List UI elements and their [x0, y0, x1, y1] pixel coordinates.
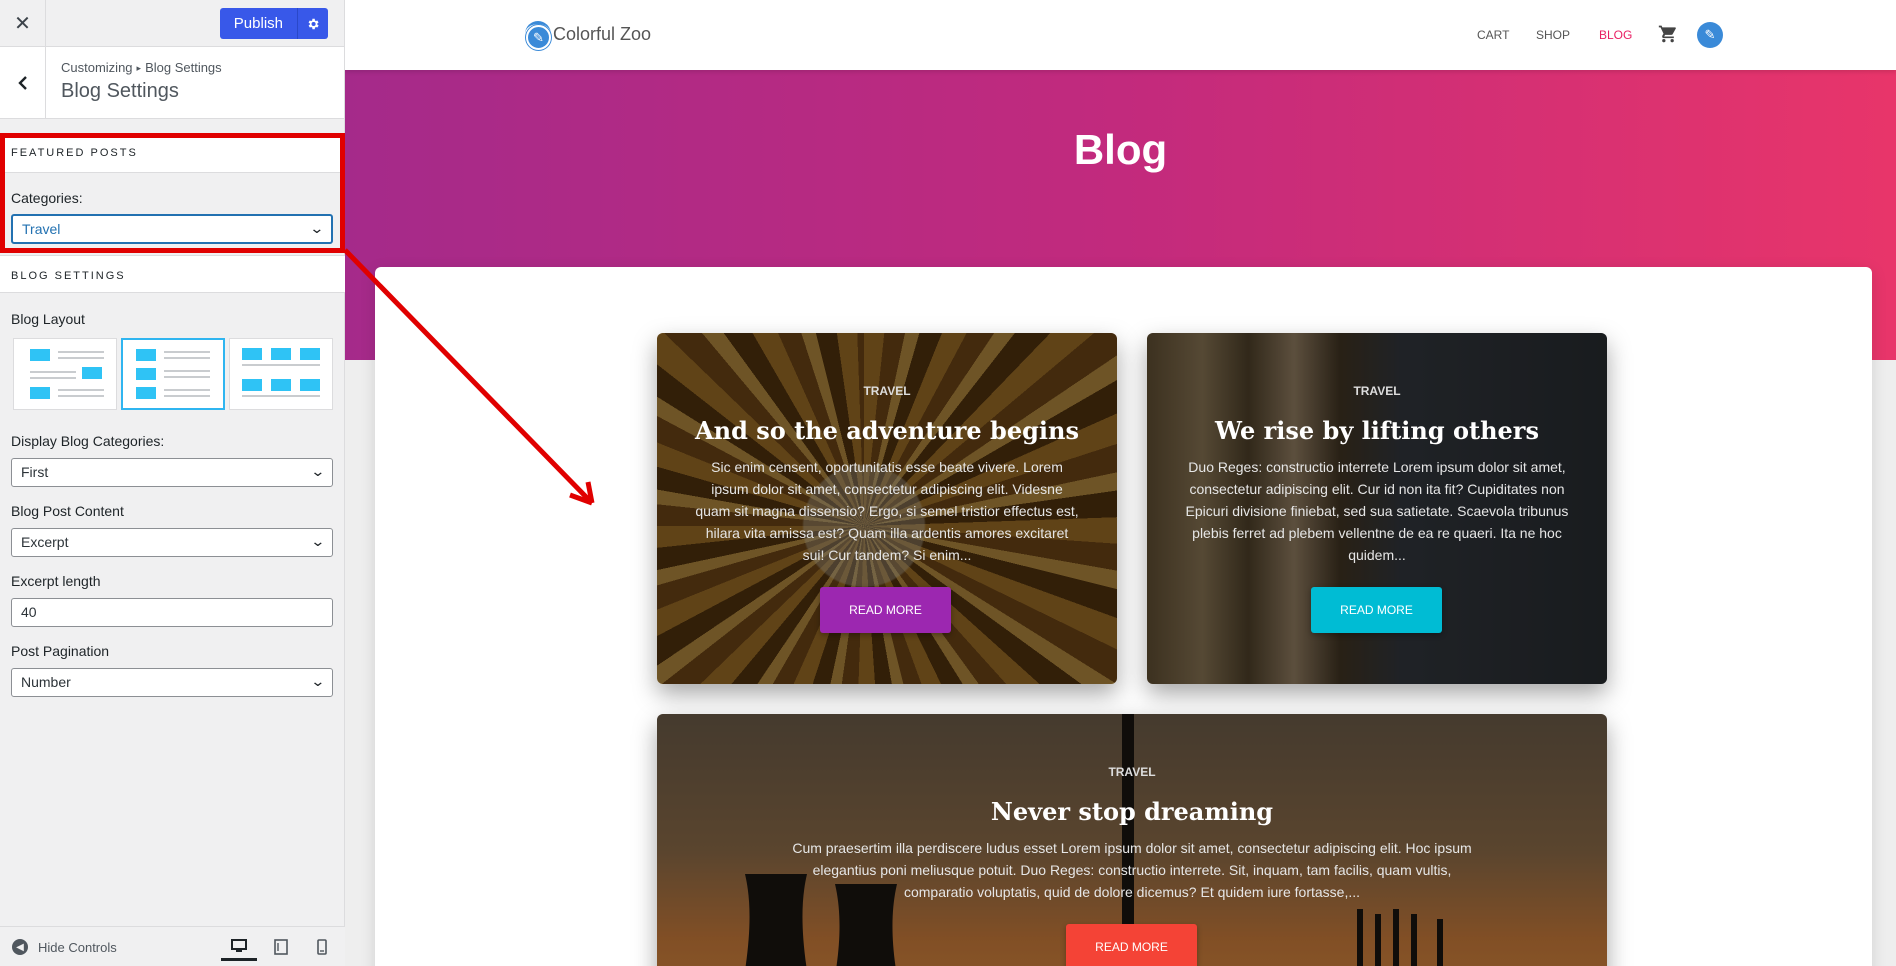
customizer-footer: ◀ Hide Controls: [0, 926, 345, 966]
read-more-button[interactable]: READ MORE: [820, 587, 951, 633]
hero-title: Blog: [1073, 126, 1168, 173]
site-title[interactable]: Colorful Zoo: [553, 24, 651, 45]
desktop-preview-icon[interactable]: [221, 933, 257, 961]
close-icon[interactable]: ✕: [0, 0, 46, 47]
tablet-preview-icon[interactable]: [263, 933, 299, 961]
post-category[interactable]: TRAVEL: [657, 765, 1607, 779]
pagination-select[interactable]: Number ⌄: [11, 668, 333, 697]
blog-settings-header: Blog Settings: [0, 255, 345, 293]
section-title: Blog Settings: [61, 80, 179, 102]
post-title[interactable]: We rise by lifting others: [1147, 416, 1607, 445]
publish-button[interactable]: Publish: [219, 8, 298, 39]
chevron-down-icon: ⌄: [310, 463, 326, 479]
display-categories-value: First: [21, 464, 49, 480]
post-title[interactable]: And so the adventure begins: [657, 416, 1117, 445]
edit-pencil-icon[interactable]: ✎: [526, 25, 551, 50]
excerpt-length-input[interactable]: 40: [11, 598, 333, 627]
site-preview: ✎ Colorful Zoo CART SHOP BLOG ✎ Blog TRA…: [345, 0, 1896, 966]
post-excerpt: Cum praesertim illa perdiscere ludus ess…: [792, 840, 1472, 900]
post-excerpt: Duo Reges: constructio interrete Lorem i…: [1185, 459, 1569, 563]
publish-group: Publish: [219, 8, 328, 39]
site-header: ✎ Colorful Zoo CART SHOP BLOG ✎: [345, 0, 1896, 70]
post-category[interactable]: TRAVEL: [657, 384, 1117, 398]
chevron-down-icon: ⌄: [310, 673, 326, 689]
breadcrumb: Customizing ▸ Blog Settings: [61, 60, 222, 75]
collapse-icon: ◀: [12, 939, 28, 955]
breadcrumb-current: Blog Settings: [145, 60, 222, 75]
hide-controls-button[interactable]: ◀ Hide Controls: [12, 939, 117, 955]
post-content: TRAVEL Never stop dreaming Cum praeserti…: [657, 714, 1607, 966]
highlight-box: [0, 133, 345, 253]
display-categories-select[interactable]: First ⌄: [11, 458, 333, 487]
pagination-value: Number: [21, 674, 71, 690]
breadcrumb-root: Customizing: [61, 60, 133, 75]
featured-post-card[interactable]: TRAVEL Never stop dreaming Cum praeserti…: [657, 714, 1607, 966]
section-header: Customizing ▸ Blog Settings Blog Settings: [0, 47, 344, 119]
mobile-preview-icon[interactable]: [304, 933, 340, 961]
post-category[interactable]: TRAVEL: [1147, 384, 1607, 398]
excerpt-length-label: Excerpt length: [11, 573, 101, 589]
post-content: TRAVEL We rise by lifting others Duo Reg…: [1147, 333, 1607, 684]
layout-option-1[interactable]: [13, 338, 117, 410]
post-content-label: Blog Post Content: [11, 503, 124, 519]
post-title[interactable]: Never stop dreaming: [657, 797, 1607, 826]
gear-icon[interactable]: [298, 8, 328, 39]
customizer-topbar: ✕ Publish: [0, 0, 344, 47]
blog-content-card: TRAVEL And so the adventure begins Sic e…: [375, 267, 1872, 966]
featured-post-card[interactable]: TRAVEL We rise by lifting others Duo Reg…: [1147, 333, 1607, 684]
nav-cart[interactable]: CART: [1477, 28, 1509, 42]
post-content: TRAVEL And so the adventure begins Sic e…: [657, 333, 1117, 684]
screen: ✕ Publish Customizing ▸ Blog Settings Blog…: [0, 0, 1896, 966]
post-content-select[interactable]: Excerpt ⌄: [11, 528, 333, 557]
nav-blog[interactable]: BLOG: [1599, 28, 1632, 42]
display-categories-label: Display Blog Categories:: [11, 433, 165, 449]
read-more-button[interactable]: READ MORE: [1311, 587, 1442, 633]
nav-shop[interactable]: SHOP: [1536, 28, 1570, 42]
blog-settings-heading: Blog Settings: [11, 270, 126, 282]
breadcrumb-separator-icon: ▸: [136, 63, 142, 73]
layout-option-2[interactable]: [121, 338, 225, 410]
chevron-left-icon[interactable]: [0, 47, 46, 119]
post-excerpt: Sic enim censent, oportunitatis esse bea…: [695, 459, 1079, 563]
shopping-cart-icon[interactable]: [1658, 24, 1678, 49]
edit-pencil-icon[interactable]: ✎: [1697, 22, 1723, 48]
post-content-value: Excerpt: [21, 534, 69, 550]
blog-layout-label: Blog Layout: [11, 311, 85, 327]
customizer-panel: ✕ Publish Customizing ▸ Blog Settings Blog…: [0, 0, 345, 966]
pagination-label: Post Pagination: [11, 643, 110, 659]
hide-controls-label: Hide Controls: [38, 939, 117, 955]
read-more-button[interactable]: READ MORE: [1066, 924, 1197, 966]
featured-post-card[interactable]: TRAVEL And so the adventure begins Sic e…: [657, 333, 1117, 684]
chevron-down-icon: ⌄: [310, 533, 326, 549]
layout-option-3[interactable]: [229, 338, 333, 410]
